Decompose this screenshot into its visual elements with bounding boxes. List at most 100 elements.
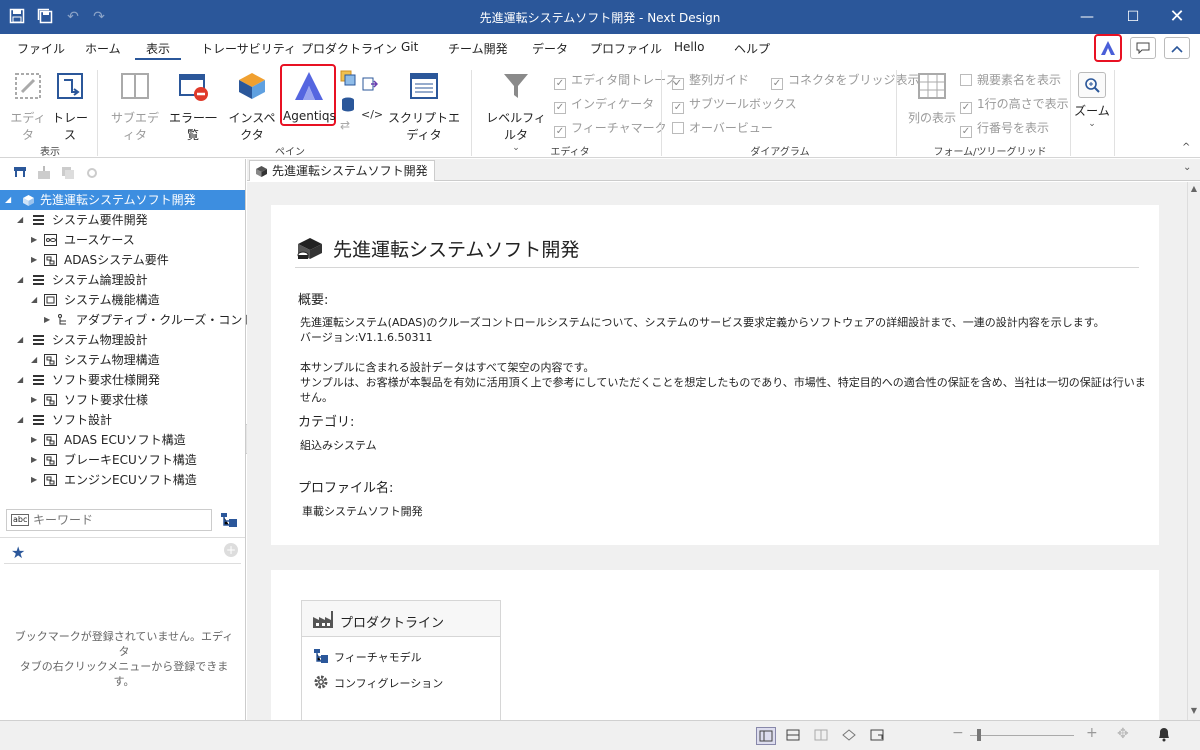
agentiqs-quick-button[interactable] (1094, 34, 1122, 62)
layout-split-icon[interactable] (784, 727, 804, 745)
copy-model-icon[interactable] (60, 165, 76, 181)
function-icon (58, 314, 66, 325)
editor-button[interactable]: エディタ (8, 70, 48, 143)
keyword-input[interactable] (33, 512, 208, 528)
database-icon[interactable] (340, 96, 356, 112)
agentiqs-button[interactable]: Agentiqs (283, 70, 336, 123)
tree-item[interactable]: ▶ ブレーキECUソフト構造 (0, 450, 245, 470)
align-guide-checkbox[interactable]: ✓ 整列ガイド (672, 71, 749, 90)
layout-left-icon[interactable] (756, 727, 776, 745)
pane-small-icon-1[interactable] (340, 70, 356, 86)
group-label-diagram: ダイアグラム (750, 147, 810, 158)
overview-label: 概要: (298, 293, 329, 308)
tree-item[interactable]: ◢ システム機能構造 (0, 290, 245, 310)
tree-item[interactable]: ▶ ユースケース (0, 230, 245, 250)
ribbon-collapse-icon[interactable]: ^ (1182, 142, 1190, 153)
filter-icon (504, 74, 528, 98)
collapse-ribbon-icon[interactable] (1164, 37, 1190, 59)
inter-editor-trace-checkbox[interactable]: ✓ エディタ間トレース (554, 71, 678, 90)
add-bookmark-icon[interactable]: + (224, 543, 238, 557)
trace-button[interactable]: トレース (50, 70, 90, 143)
tab-hello[interactable]: Hello (674, 40, 704, 54)
configuration-link[interactable]: コンフィグレーション (334, 675, 443, 691)
vertical-scrollbar[interactable]: ▲ ▼ (1187, 182, 1200, 720)
zoom-in-icon[interactable]: + (1086, 725, 1098, 741)
add-model-icon[interactable] (36, 165, 52, 181)
tree-item[interactable]: ◢ システム論理設計 (0, 270, 245, 290)
settings-model-icon[interactable] (84, 165, 100, 181)
tree-item[interactable]: ◢ ソフト設計 (0, 410, 245, 430)
pane-small-icon-2[interactable] (362, 76, 379, 92)
feature-model-link[interactable]: フィーチャモデル (334, 649, 422, 665)
parent-name-checkbox[interactable]: 親要素名を表示 (960, 71, 1061, 88)
tree-item[interactable]: ◢ ソフト要求仕様開発 (0, 370, 245, 390)
productline-title: プロダクトライン (340, 616, 445, 631)
script-editor-button[interactable]: スクリプトエディタ (383, 70, 465, 143)
tree-item[interactable]: ◢ システム物理設計 (0, 330, 245, 350)
close-button[interactable]: ✕ (1154, 0, 1200, 34)
tree-root[interactable]: ◢ 先進運転システムソフト開発 (0, 190, 245, 210)
shape-icon[interactable] (840, 727, 860, 745)
tree-structure-icon[interactable] (12, 165, 28, 181)
column-display-button[interactable]: 列の表示 (906, 70, 958, 126)
tab-team[interactable]: チーム開発 (448, 40, 508, 57)
tab-data[interactable]: データ (532, 40, 568, 57)
single-row-height-checkbox[interactable]: ✓ 1行の高さで表示 (960, 95, 1069, 114)
maximize-button[interactable]: ☐ (1110, 0, 1156, 34)
usecase-icon (44, 234, 57, 246)
overview-checkbox[interactable]: オーバービュー (672, 119, 773, 136)
zoom-button[interactable]: ズーム ⌄ (1074, 72, 1110, 129)
navigator-toolbar (10, 165, 100, 181)
search-options-icon[interactable] (220, 511, 238, 529)
sub-editor-button[interactable]: サブエディタ (106, 70, 164, 143)
indicator-checkbox[interactable]: ✓ インディケータ (554, 95, 654, 114)
zoom-slider[interactable] (970, 735, 1074, 736)
notification-bell-icon[interactable] (1156, 726, 1172, 742)
move-icon[interactable]: ✥ (1117, 726, 1129, 742)
tree-item[interactable]: ▶ ソフト要求仕様 (0, 390, 245, 410)
tab-profile[interactable]: プロファイル (590, 40, 662, 57)
row-number-checkbox[interactable]: ✓ 行番号を表示 (960, 119, 1049, 138)
tab-view[interactable]: 表示 (146, 40, 170, 57)
zoom-out-icon[interactable]: − (952, 725, 964, 741)
tab-list-chevron-icon[interactable]: ⌄ (1183, 162, 1191, 173)
software-structure-icon (44, 474, 57, 486)
tree-item[interactable]: ▶ アダプティブ・クルーズ・コントロール (0, 310, 290, 330)
connector-bridge-checkbox[interactable]: ✓ コネクタをブリッジ表示 (771, 71, 920, 90)
editor-tab[interactable]: 先進運転システムソフト開発 (249, 160, 435, 181)
feature-model-icon (314, 649, 328, 663)
profile-value: 車載システムソフト開発 (302, 505, 423, 518)
tree-item[interactable]: ◢ システム物理構造 (0, 350, 245, 370)
code-icon[interactable]: </> (361, 108, 383, 124)
error-list-icon (179, 74, 208, 101)
feature-mark-checkbox[interactable]: ✓ フィーチャマーク (554, 119, 667, 138)
editor-icon (15, 73, 41, 99)
columns-icon (918, 73, 946, 99)
tree-item[interactable]: ▶ エンジンECUソフト構造 (0, 470, 245, 490)
tab-file[interactable]: ファイル (17, 40, 65, 57)
tree-item[interactable]: ▶ ADAS ECUソフト構造 (0, 430, 245, 450)
sub-toolbox-checkbox[interactable]: ✓ サブツールボックス (672, 95, 797, 114)
keyword-search[interactable]: abc (6, 509, 212, 531)
tab-traceability[interactable]: トレーサビリティ (201, 40, 296, 57)
swap-icon[interactable]: ⇄ (340, 118, 356, 134)
tree-item[interactable]: ▶ ADASシステム要件 (0, 250, 245, 270)
group-label-form: フォーム/ツリーグリッド (933, 147, 1047, 158)
level-filter-button[interactable]: レベルフィルタ ⌄ (482, 70, 550, 153)
minimize-button[interactable]: — (1064, 0, 1110, 34)
bookmark-star-icon[interactable]: ★ (11, 543, 25, 562)
tab-help[interactable]: ヘルプ (734, 40, 770, 57)
tree-item[interactable]: ◢ システム要件開発 (0, 210, 245, 230)
comment-icon[interactable] (1130, 37, 1156, 59)
status-bar: − + ✥ (0, 720, 1200, 750)
tab-git[interactable]: Git (401, 40, 418, 54)
inspector-button[interactable]: インスペクタ (224, 70, 280, 143)
tab-productline[interactable]: プロダクトライン (301, 40, 397, 57)
tab-home[interactable]: ホーム (85, 40, 121, 57)
error-list-button[interactable]: エラー一覧 (167, 70, 219, 143)
zoom-slider-thumb[interactable] (977, 729, 981, 741)
fit-page-icon[interactable] (868, 727, 888, 745)
layout-columns-icon[interactable] (812, 727, 832, 745)
factory-icon (313, 611, 333, 628)
requirement-icon (44, 254, 57, 266)
